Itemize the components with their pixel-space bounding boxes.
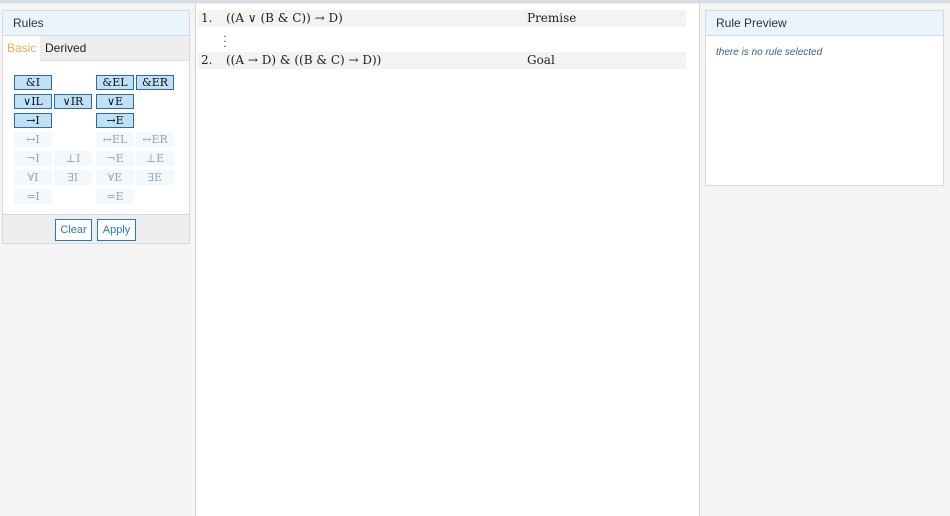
justification: Premise [527, 11, 577, 25]
rule-button: ∃I [54, 170, 92, 185]
proof-area: 1. ((A ∨ (B & C)) → D) Premise · · · 2. ((… [196, 4, 700, 516]
rule-button: ¬I [14, 151, 52, 166]
rules-panel: Rules Basic Derived &I &EL &ER ∨IL ∨IR ∨E →I →E… [2, 10, 190, 244]
right-column: Rule Preview there is no rule selected [700, 4, 950, 516]
rule-preview-panel: Rule Preview there is no rule selected [705, 10, 944, 186]
rule-button[interactable]: ∨E [96, 94, 134, 109]
rule-button[interactable]: &I [14, 75, 52, 90]
rule-button: =I [14, 189, 52, 204]
apply-button[interactable]: Apply [97, 219, 136, 241]
rule-button[interactable]: ∨IR [54, 94, 92, 109]
line-number: 1. [201, 11, 213, 25]
rule-button[interactable]: &EL [96, 75, 134, 90]
line-number: 2. [201, 53, 213, 67]
tab-basic[interactable]: Basic [3, 36, 41, 61]
tab-derived[interactable]: Derived [41, 36, 90, 60]
formula: ((A → D) & ((B & C) → D)) [226, 53, 382, 67]
rule-button: ↔I [14, 132, 52, 147]
rule-button: ↔EL [96, 132, 134, 147]
rule-button[interactable]: &ER [136, 75, 174, 90]
rules-panel-title: Rules [3, 11, 189, 36]
clear-button[interactable]: Clear [55, 219, 92, 241]
rule-button[interactable]: ∨IL [14, 94, 52, 109]
rule-button: ⊥E [136, 151, 174, 166]
rule-button: ∀E [96, 170, 134, 185]
proof-line-1[interactable]: 1. ((A ∨ (B & C)) → D) Premise [198, 10, 686, 27]
rules-tabs: Basic Derived [3, 36, 189, 61]
rule-button: =E [96, 189, 134, 204]
rules-panel-footer: Clear Apply [3, 214, 189, 243]
rule-button[interactable]: →E [96, 113, 134, 128]
left-column: Rules Basic Derived &I &EL &ER ∨IL ∨IR ∨E →I →E… [0, 4, 196, 516]
rule-button: ↔ER [136, 132, 174, 147]
rule-button: ⊥I [54, 151, 92, 166]
rule-button: ∃E [136, 170, 174, 185]
no-rule-message: there is no rule selected [716, 47, 823, 58]
vertical-ellipsis-icon: · · · [223, 32, 227, 53]
rule-preview-title: Rule Preview [706, 11, 943, 36]
rule-button: ∀I [14, 170, 52, 185]
justification: Goal [527, 53, 555, 67]
formula: ((A ∨ (B & C)) → D) [226, 11, 343, 25]
rule-button[interactable]: →I [14, 113, 52, 128]
rule-button: ¬E [96, 151, 134, 166]
proof-line-2[interactable]: 2. ((A → D) & ((B & C) → D)) Goal [198, 52, 686, 69]
